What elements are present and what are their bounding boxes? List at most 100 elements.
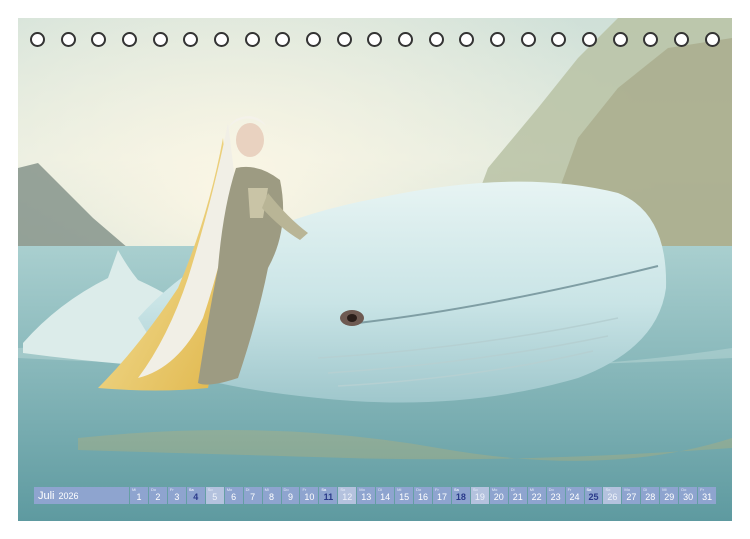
spiral-ring-icon: [490, 32, 506, 47]
calendar-photo: [18, 18, 732, 521]
weekday-label: Mo: [359, 487, 365, 492]
weekday-label: Fr: [700, 487, 704, 492]
spiral-ring-icon: [551, 32, 567, 47]
weekday-label: Fr: [169, 487, 174, 492]
day-cell: Mi 8: [262, 487, 281, 504]
weekday-label: Fr: [435, 487, 439, 492]
day-cell: Mi 29: [660, 487, 679, 504]
day-number: 1: [136, 492, 142, 502]
weekday-label: Mi: [397, 487, 402, 492]
day-cell: So 19: [470, 487, 489, 504]
weekday-label: So: [340, 487, 346, 492]
calendar-page: Juli 2026 Mi 1 Do 2 Fr 3 Sa 4 So 5 Mo 6 Di 7 Mi 8 Do 9 Fr 1…: [0, 0, 750, 539]
day-cell: Fr 24: [565, 487, 584, 504]
day-number: 28: [645, 492, 656, 502]
weekday-label: Mi: [662, 487, 667, 492]
spiral-ring-icon: [398, 32, 414, 47]
day-number: 10: [304, 492, 315, 502]
month-name: Juli: [38, 489, 55, 502]
day-cell: Sa 25: [584, 487, 603, 504]
spiral-ring-icon: [582, 32, 598, 47]
spiral-ring-icon: [152, 32, 168, 47]
weekday-label: Do: [548, 487, 554, 492]
spiral-ring-icon: [674, 32, 690, 47]
weekday-label: So: [605, 487, 611, 492]
spiral-ring-icon: [520, 32, 536, 47]
day-cell: Fr 31: [698, 487, 717, 504]
day-cell: Fr 3: [167, 487, 186, 504]
weekday-label: Di: [643, 487, 648, 492]
spiral-ring-icon: [244, 32, 260, 47]
spiral-ring-icon: [428, 32, 444, 47]
day-cell: Sa 11: [319, 487, 338, 504]
day-number: 26: [607, 492, 618, 502]
weekday-label: Fr: [567, 487, 572, 492]
month-calendar-strip: Juli 2026 Mi 1 Do 2 Fr 3 Sa 4 So 5 Mo 6 Di 7 Mi 8 Do 9 Fr 1…: [34, 487, 717, 504]
day-number: 25: [588, 492, 599, 502]
day-cell: Fr 10: [300, 487, 319, 504]
weekday-label: Do: [150, 487, 157, 492]
day-cell: Mo 27: [622, 487, 641, 504]
weekday-label: Mi: [132, 487, 137, 492]
day-cell: Mi 22: [527, 487, 546, 504]
day-cell: So 12: [338, 487, 357, 504]
weekday-label: So: [472, 487, 478, 492]
weekday-label: Do: [416, 487, 422, 492]
day-number: 13: [361, 492, 372, 502]
day-cell: Do 30: [679, 487, 698, 504]
spiral-ring-icon: [60, 32, 76, 47]
day-number: 15: [399, 492, 410, 502]
spiral-ring-icon: [122, 32, 138, 47]
day-number: 2: [155, 492, 161, 502]
weekday-label: Fr: [302, 487, 307, 492]
day-number: 8: [269, 492, 275, 502]
day-number: 3: [174, 492, 180, 502]
day-number: 30: [683, 492, 694, 502]
weekday-label: Mi: [529, 487, 534, 492]
day-number: 7: [250, 492, 256, 502]
day-cell: So 26: [603, 487, 622, 504]
spiral-ring-icon: [30, 32, 45, 47]
day-number: 17: [436, 492, 447, 502]
day-cell: Mo 20: [489, 487, 508, 504]
day-cell: Do 9: [281, 487, 300, 504]
weekday-label: Do: [283, 487, 289, 492]
weekday-label: Di: [510, 487, 515, 492]
month-label-box: Juli 2026: [34, 487, 129, 504]
weekday-label: Di: [378, 487, 382, 492]
weekday-label: Sa: [453, 487, 459, 492]
day-number: 23: [550, 492, 561, 502]
day-cell: Di 7: [243, 487, 262, 504]
weekday-label: Sa: [321, 487, 327, 492]
year-label: 2026: [58, 490, 79, 501]
spiral-ring-icon: [275, 32, 291, 47]
day-cell: Do 16: [414, 487, 432, 504]
weekday-label: Mo: [226, 487, 233, 492]
spiral-ring-icon: [367, 32, 383, 47]
day-cell: Mo 6: [224, 487, 243, 504]
spiral-ring-icon: [306, 32, 322, 47]
spiral-ring-icon: [91, 32, 107, 47]
day-number: 18: [455, 492, 466, 502]
day-number: 21: [512, 492, 523, 502]
day-cell: Do 23: [546, 487, 565, 504]
spiral-ring-icon: [183, 32, 199, 47]
weekday-label: Di: [245, 487, 250, 492]
day-number: 5: [212, 492, 218, 502]
day-number: 9: [287, 492, 293, 502]
day-cell: Do 2: [148, 487, 167, 504]
day-number: 16: [418, 492, 429, 502]
day-cell: Mi 15: [395, 487, 414, 504]
day-cell: Sa 4: [186, 487, 205, 504]
day-number: 11: [323, 492, 334, 502]
weekday-label: Sa: [188, 487, 194, 492]
day-number: 29: [664, 492, 675, 502]
weekday-label: Mo: [624, 487, 630, 492]
weekday-label: So: [207, 487, 213, 492]
day-cell: Mo 13: [357, 487, 376, 504]
day-cell: Mi 1: [130, 487, 148, 504]
day-number: 31: [702, 492, 713, 502]
spiral-ring-icon: [214, 32, 230, 47]
day-number: 12: [342, 492, 353, 502]
day-number: 20: [493, 492, 504, 502]
